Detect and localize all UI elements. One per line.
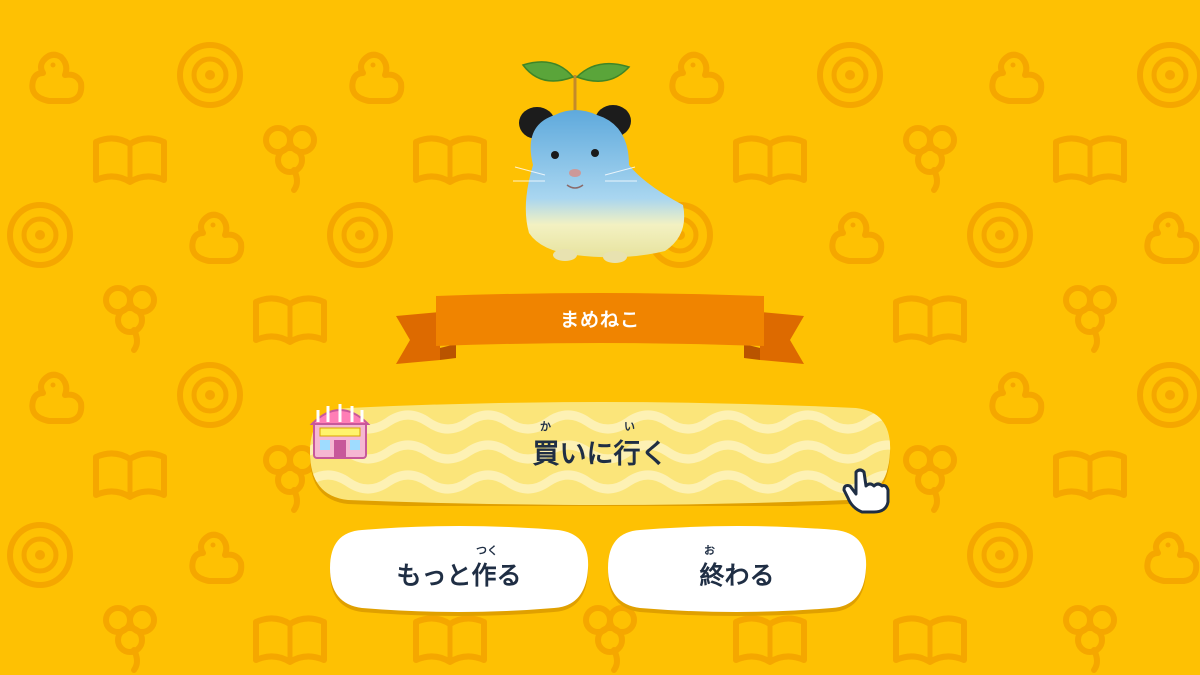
buy-button[interactable]: か い 買いに行く	[308, 402, 892, 506]
result-screen: まめねこ か い 買いに行く つく もっと作る お 終わる	[0, 0, 1200, 675]
finish-button[interactable]: お 終わる	[604, 526, 870, 618]
finish-label: 終わる	[699, 561, 775, 590]
pointing-hand-icon	[842, 468, 890, 514]
buy-button-label: 買いに行く	[532, 439, 668, 470]
make-more-button[interactable]: つく もっと作る	[326, 526, 592, 618]
hamster-character-image	[513, 61, 685, 263]
character-name-label: まめねこ	[559, 309, 640, 331]
make-more-label: もっと作る	[396, 561, 522, 590]
